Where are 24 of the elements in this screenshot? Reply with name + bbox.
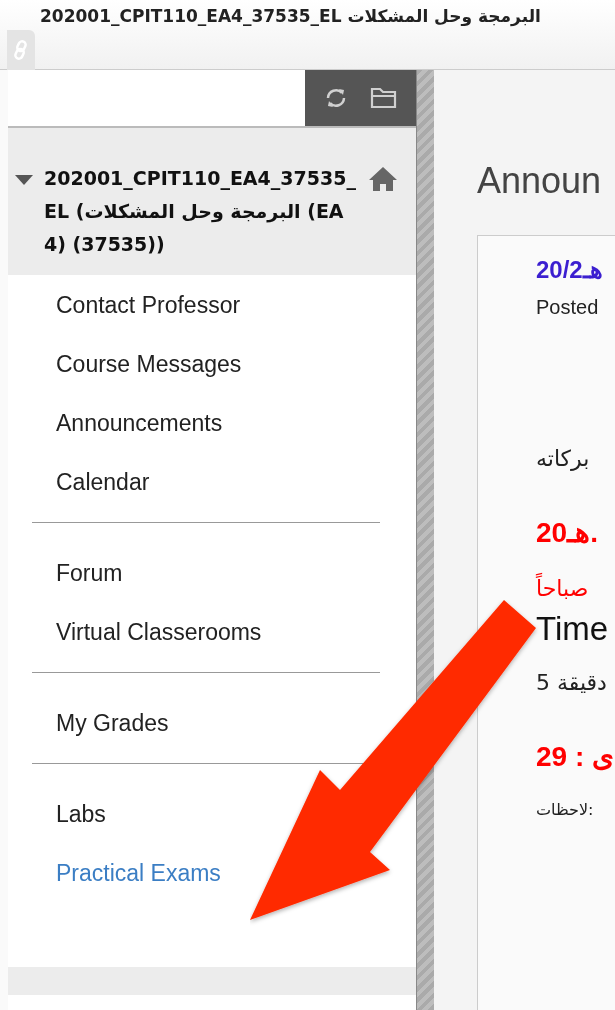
menu-item[interactable]: Practical Exams (56, 857, 221, 891)
page-heading: Announ (477, 160, 603, 203)
announcement-text: Posted (536, 296, 599, 319)
announcement-text: 20هـ. (536, 516, 598, 549)
course-title[interactable]: 202001_CPIT110_EA4_37535_EL (البرمجة وحل المشكلات (EA4) (37535)) (44, 162, 358, 261)
home-icon[interactable] (368, 166, 398, 192)
announcement-text: بركاته (536, 446, 590, 471)
menu-item[interactable]: Course Messages (56, 348, 242, 407)
announcement-text: هـ20/2 (536, 256, 603, 284)
link-icon (13, 40, 29, 60)
menu-item[interactable]: Announcements (56, 407, 223, 466)
menu-item[interactable]: Calendar (56, 466, 150, 500)
announcement-text: دقيقة 5 (536, 670, 607, 695)
folder-icon[interactable] (369, 86, 398, 110)
menu-item[interactable]: Labs (56, 798, 106, 857)
announcement-text: ى : 29 (536, 740, 615, 773)
menu-item[interactable]: Virtual Classerooms (56, 616, 262, 650)
menu-item[interactable]: Contact Professor (56, 289, 241, 348)
expand-arrow-icon[interactable] (14, 174, 34, 186)
announcement-text: لاحظات: (536, 800, 594, 819)
page-title: 202001_CPIT110_EA4_37535_EL البرمجة وحل المشكلات (39, 5, 542, 29)
announcement-text: Time (536, 610, 609, 648)
menu-item[interactable]: Forum (56, 557, 123, 616)
menu-item[interactable]: My Grades (56, 707, 169, 741)
